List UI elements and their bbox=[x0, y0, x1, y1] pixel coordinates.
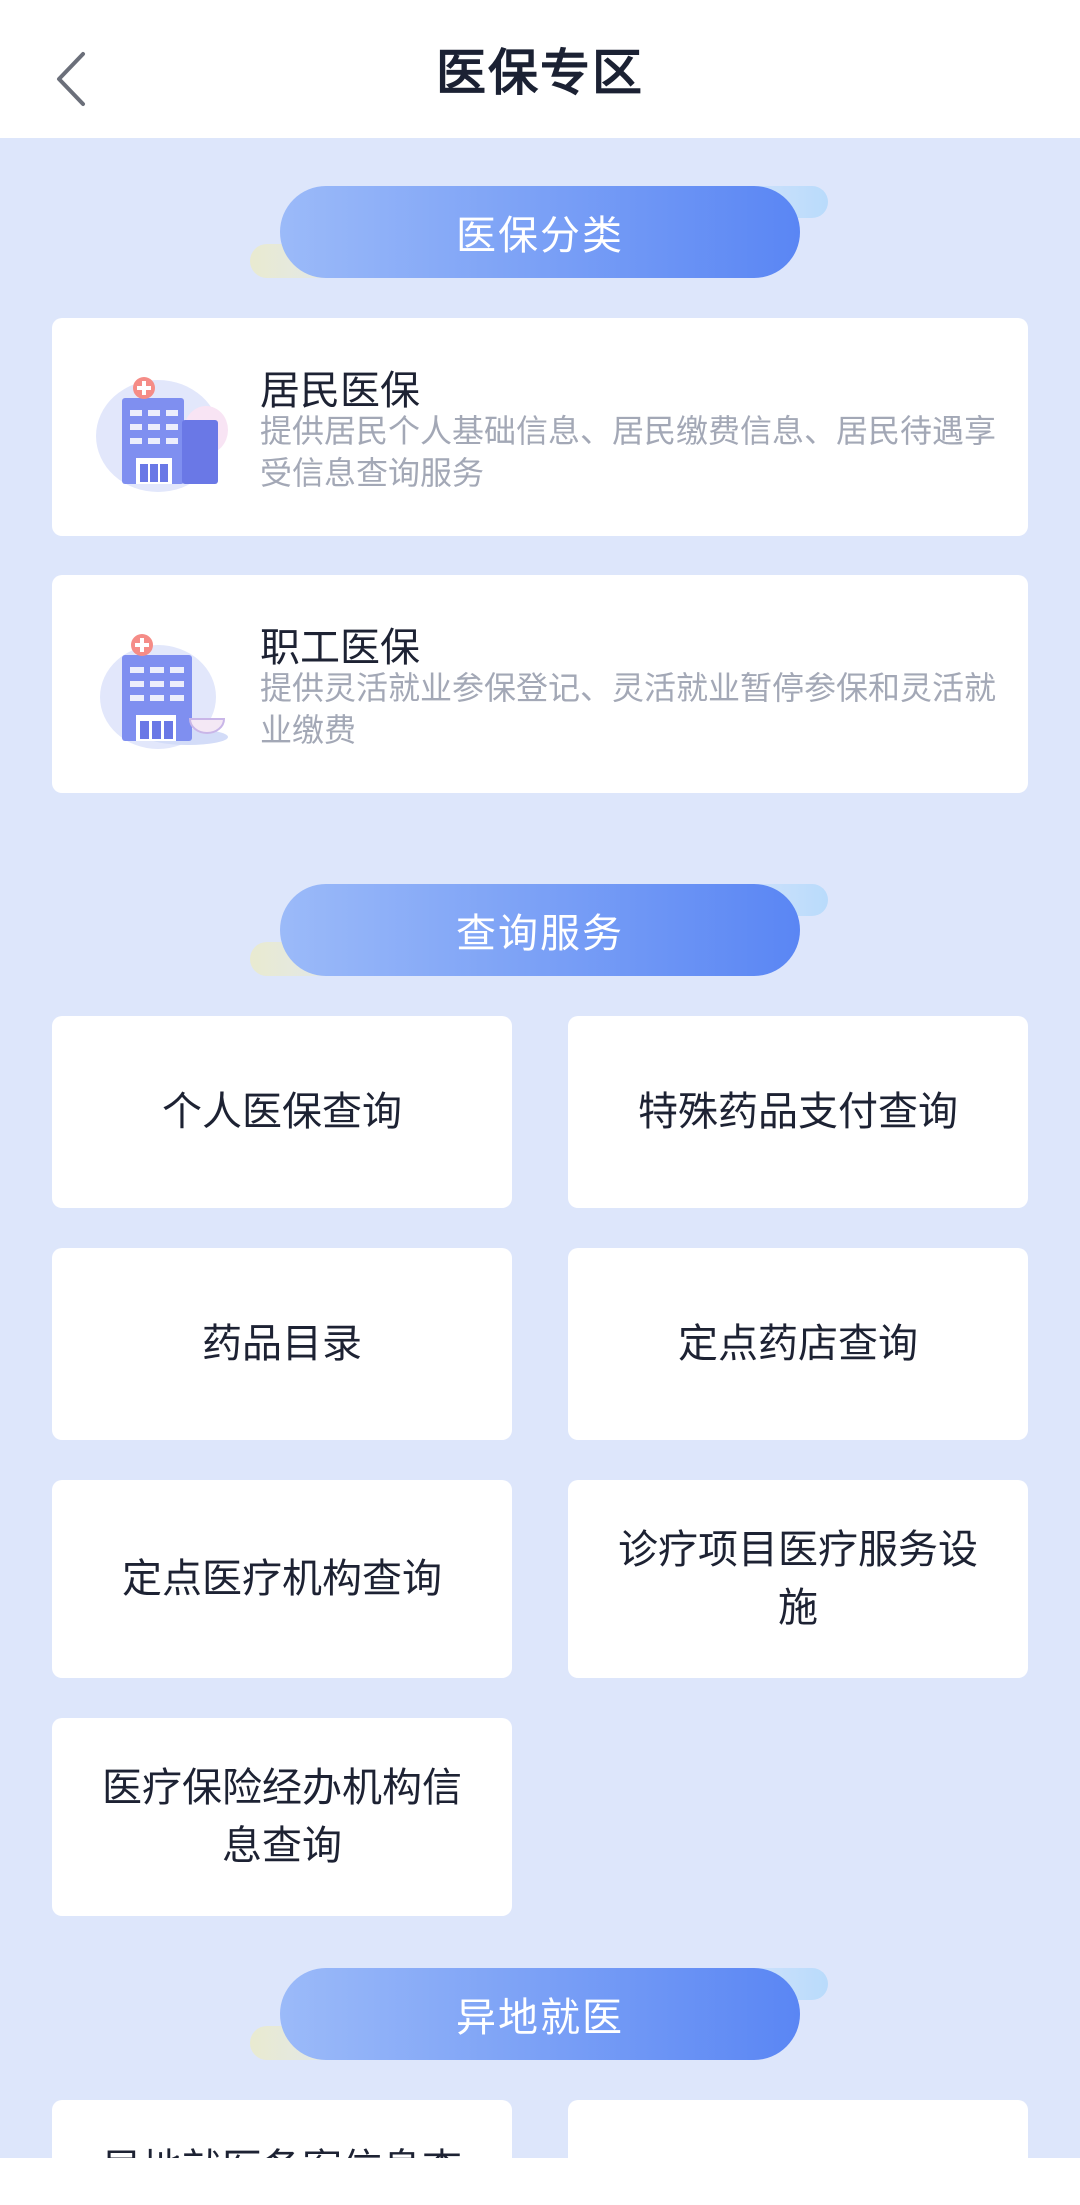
section-title: 医保分类 bbox=[456, 213, 624, 259]
hospital-building-icon bbox=[96, 377, 228, 492]
back-button[interactable] bbox=[40, 44, 100, 114]
category-card-employee[interactable]: 职工医保 提供灵活就业参保登记、灵活就业暂停参保和灵活就业缴费 bbox=[52, 575, 1028, 793]
top-bar: 医保专区 bbox=[0, 0, 1080, 138]
bottom-bar bbox=[0, 2158, 1080, 2205]
tile-insurance-agency-info-query[interactable]: 医疗保险经办机构信息查询 bbox=[52, 1718, 512, 1916]
category-title: 居民医保 bbox=[260, 368, 420, 414]
remote-tiles-viewport: 异地就医备案信息查 bbox=[0, 2100, 1080, 2158]
section-pill: 医保分类 bbox=[280, 186, 800, 278]
page: 医保专区 医保分类 居民医保 提供居民个人基础信息、居民缴费信息、居民待遇享受信… bbox=[0, 0, 1080, 2205]
tile-personal-insurance-query[interactable]: 个人医保查询 bbox=[52, 1016, 512, 1208]
tile-treatment-items-service-facilities[interactable]: 诊疗项目医疗服务设施 bbox=[568, 1480, 1028, 1678]
section-header-remote: 异地就医 bbox=[250, 1968, 830, 2068]
tile-remote-filing-query[interactable]: 异地就医备案信息查 bbox=[52, 2100, 512, 2158]
category-description: 提供灵活就业参保登记、灵活就业暂停参保和灵活就业缴费 bbox=[260, 669, 997, 749]
section-header-query: 查询服务 bbox=[250, 884, 830, 984]
hospital-building-icon bbox=[100, 634, 228, 749]
section-pill: 查询服务 bbox=[280, 884, 800, 976]
tile-designated-pharmacy-query[interactable]: 定点药店查询 bbox=[568, 1248, 1028, 1440]
tile-special-drug-payment-query[interactable]: 特殊药品支付查询 bbox=[568, 1016, 1028, 1208]
section-header-category: 医保分类 bbox=[250, 186, 830, 286]
category-card-resident[interactable]: 居民医保 提供居民个人基础信息、居民缴费信息、居民待遇享受信息查询服务 bbox=[52, 318, 1028, 536]
section-title: 查询服务 bbox=[456, 911, 624, 957]
category-title: 职工医保 bbox=[260, 625, 420, 671]
category-description: 提供居民个人基础信息、居民缴费信息、居民待遇享受信息查询服务 bbox=[260, 412, 997, 492]
section-pill: 异地就医 bbox=[280, 1968, 800, 2060]
tile-drug-catalog[interactable]: 药品目录 bbox=[52, 1248, 512, 1440]
tile-remote-service[interactable] bbox=[568, 2100, 1028, 2158]
tile-designated-medical-institution-query[interactable]: 定点医疗机构查询 bbox=[52, 1480, 512, 1678]
section-title: 异地就医 bbox=[456, 1995, 624, 2041]
chevron-left-icon bbox=[57, 52, 85, 106]
page-title: 医保专区 bbox=[436, 44, 644, 102]
